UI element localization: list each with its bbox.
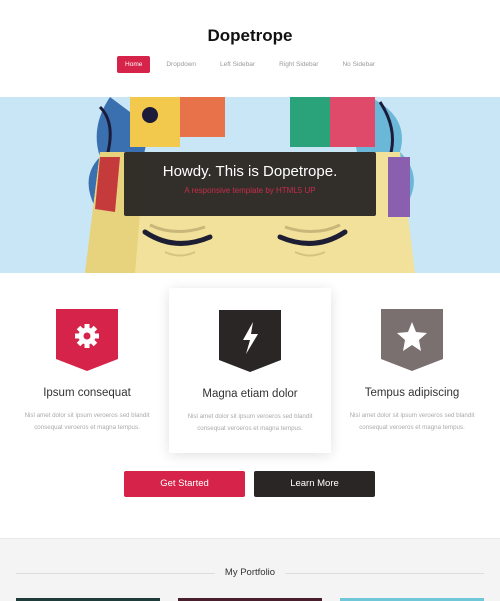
gear-icon [56, 309, 118, 371]
feature-ipsum-consequat: Ipsum consequat Nisl amet dolor sit ipsu… [6, 287, 168, 437]
lightning-icon [219, 310, 281, 372]
feature-text: Nisl amet dolor sit ipsum veroeros sed b… [187, 413, 313, 432]
feature-title: Magna etiam dolor [202, 388, 298, 400]
feature-text: Nisl amet dolor sit ipsum veroeros sed b… [349, 412, 475, 431]
portfolio-heading: My Portfolio [0, 567, 500, 578]
features-section: Ipsum consequat Nisl amet dolor sit ipsu… [0, 273, 500, 538]
feature-title: Ipsum consequat [43, 387, 131, 399]
banner-subtitle[interactable]: A responsive template by HTML5 UP [124, 186, 376, 195]
banner-caption: Howdy. This is Dopetrope. A responsive t… [124, 152, 376, 216]
nav-item-no-sidebar[interactable]: No Sidebar [334, 56, 383, 73]
feature-magna-etiam-dolor: Magna etiam dolor Nisl amet dolor sit ip… [169, 288, 331, 453]
main-nav: Home Dropdown Left Sidebar Right Sidebar… [0, 56, 500, 73]
portfolio-section: My Portfolio [0, 538, 500, 601]
site-header: Dopetrope Home Dropdown Left Sidebar Rig… [0, 0, 500, 97]
nav-item-home[interactable]: Home [117, 56, 151, 73]
feature-tempus-adipiscing: Tempus adipiscing Nisl amet dolor sit ip… [331, 287, 493, 437]
site-logo[interactable]: Dopetrope [0, 26, 500, 46]
get-started-button[interactable]: Get Started [124, 471, 245, 497]
nav-item-right-sidebar[interactable]: Right Sidebar [271, 56, 326, 73]
feature-title: Tempus adipiscing [364, 387, 460, 399]
nav-item-left-sidebar[interactable]: Left Sidebar [212, 56, 263, 73]
hero-banner: Howdy. This is Dopetrope. A responsive t… [0, 97, 500, 273]
learn-more-button[interactable]: Learn More [254, 471, 375, 497]
banner-title: Howdy. This is Dopetrope. [162, 163, 338, 180]
nav-item-dropdown[interactable]: Dropdown [158, 56, 204, 73]
portfolio-title: My Portfolio [214, 567, 286, 578]
feature-text: Nisl amet dolor sit ipsum veroeros sed b… [24, 412, 150, 431]
star-icon [381, 309, 443, 371]
